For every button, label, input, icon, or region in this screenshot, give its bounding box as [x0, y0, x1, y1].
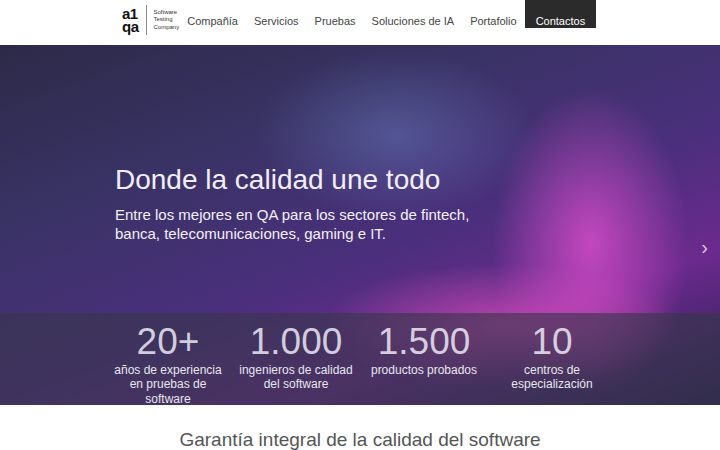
tagline-line: Testing: [154, 16, 180, 24]
menu-item[interactable]: Soluciones de IA: [364, 0, 463, 28]
logo-mark-bottom: qa: [122, 20, 139, 33]
stat-item: 10 centros de especialización: [488, 313, 616, 405]
menu-item[interactable]: Servicios: [246, 0, 307, 28]
tagline-line: Software: [154, 9, 180, 17]
stat-value: 10: [488, 313, 616, 360]
stats-strip: 20+años de experiencia en pruebas de sof…: [0, 313, 720, 405]
stat-item: 1.000 ingenieros de calidad del software: [232, 313, 360, 405]
logo-divider: [146, 5, 147, 35]
hero-subtitle: Entre los mejores en QA para los sectore…: [115, 205, 515, 244]
stat-value: 1.000: [232, 313, 360, 360]
stat-label: años de experiencia en pruebas de softwa…: [104, 363, 232, 405]
menu-item[interactable]: Compañía: [179, 0, 246, 28]
main-menu: CompañíaServiciosPruebasSoluciones de IA…: [179, 0, 596, 28]
tagline-line: Company: [154, 24, 180, 32]
hero-banner: Donde la calidad une todo Entre los mejor…: [0, 45, 720, 405]
menu-item[interactable]: Pruebas: [307, 0, 364, 28]
logo-mark: a1qa: [122, 7, 139, 33]
stat-label: centros de especialización: [488, 363, 616, 392]
hero-title: Donde la calidad une todo: [115, 163, 680, 197]
stat-value: 20+: [104, 313, 232, 360]
stat-item: 1.500 productos probados: [360, 313, 488, 405]
hero-content: Donde la calidad une todo Entre los mejor…: [0, 45, 720, 313]
stat-label: productos probados: [360, 363, 488, 377]
logo-mark-top: a1: [122, 7, 139, 20]
contact-button[interactable]: Contactos: [525, 0, 597, 28]
company-logo[interactable]: a1qa SoftwareTestingCompany: [122, 0, 179, 35]
stat-item: 20+años de experiencia en pruebas de sof…: [104, 313, 232, 405]
section-title: Garantía integral de la calidad del soft…: [0, 405, 720, 450]
menu-item[interactable]: Portafolio: [462, 0, 524, 28]
next-arrow-icon[interactable]: ›: [701, 237, 708, 257]
top-navbar: a1qa SoftwareTestingCompanyCompañíaServic…: [0, 0, 720, 45]
logo-tagline: SoftwareTestingCompany: [154, 9, 180, 32]
stat-label: ingenieros de calidad del software: [232, 363, 360, 392]
stat-value: 1.500: [360, 313, 488, 360]
